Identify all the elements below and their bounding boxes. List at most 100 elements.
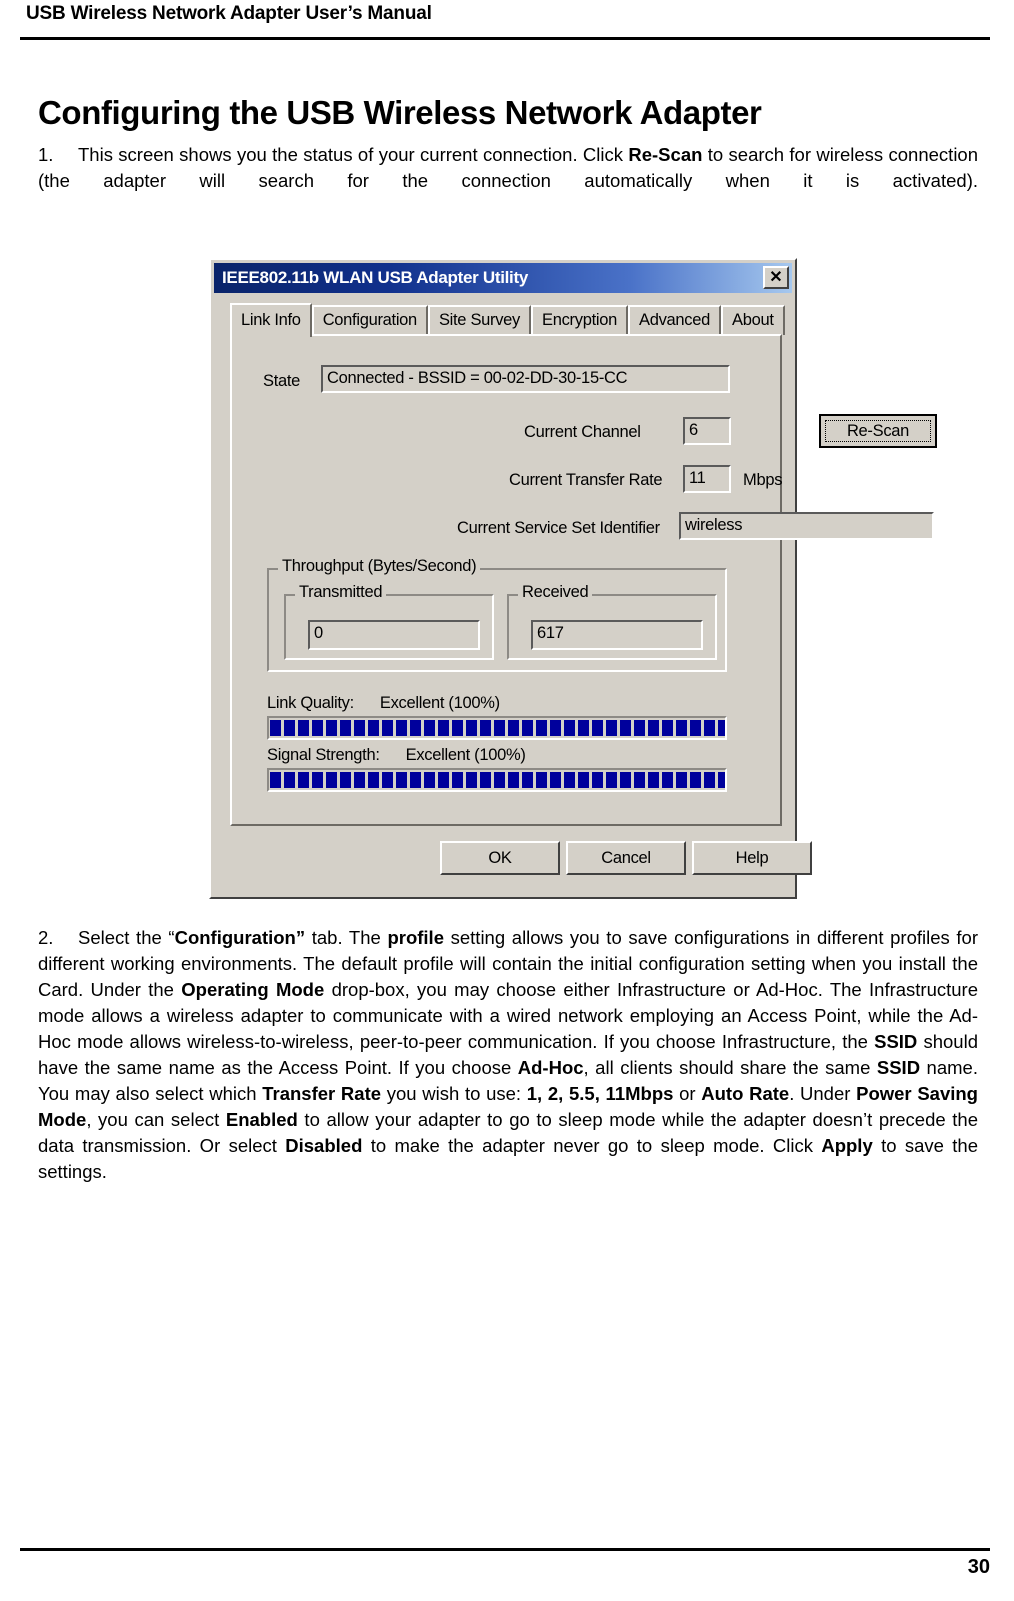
tab-advanced[interactable]: Advanced [627, 305, 721, 335]
current-channel-label: Current Channel [524, 423, 641, 441]
meter-block [326, 772, 337, 788]
meter-block [424, 720, 435, 736]
meter-block [284, 720, 295, 736]
current-transfer-rate-label: Current Transfer Rate [509, 471, 663, 489]
meter-block [298, 772, 309, 788]
tab-encryption[interactable]: Encryption [531, 305, 628, 335]
transmitted-group-legend: Transmitted [295, 583, 387, 602]
meter-block [284, 772, 295, 788]
meter-block [522, 772, 533, 788]
meter-block [368, 720, 379, 736]
step-number: 1. [38, 144, 54, 165]
ok-button[interactable]: OK [440, 841, 560, 875]
meter-block [704, 772, 715, 788]
meter-block [662, 720, 673, 736]
current-channel-field: 6 [683, 417, 731, 445]
meter-block [620, 720, 631, 736]
meter-block [396, 772, 407, 788]
current-transfer-rate-field: 11 [683, 465, 731, 493]
meter-block [410, 772, 421, 788]
meter-block [718, 720, 725, 736]
meter-block [550, 772, 561, 788]
meter-block [312, 720, 323, 736]
meter-block [480, 772, 491, 788]
signal-strength-value: Excellent (100%) [405, 746, 526, 764]
signal-strength-row: Signal Strength: Excellent (100%) [267, 746, 526, 765]
meter-block [466, 772, 477, 788]
meter-block [522, 720, 533, 736]
meter-block [438, 720, 449, 736]
header-divider [20, 37, 990, 40]
meter-block [592, 772, 603, 788]
step-text: This screen shows you the status of your… [38, 144, 979, 191]
meter-block [648, 720, 659, 736]
dialog-title: IEEE802.11b WLAN USB Adapter Utility [222, 268, 528, 287]
meter-block [368, 772, 379, 788]
help-button[interactable]: Help [692, 841, 812, 875]
transmitted-group: Transmitted 0 [284, 583, 494, 660]
tab-site-survey[interactable]: Site Survey [427, 305, 532, 335]
wlan-utility-dialog: IEEE802.11b WLAN USB Adapter Utility ✕ L… [209, 258, 937, 899]
dialog-titlebar[interactable]: IEEE802.11b WLAN USB Adapter Utility ✕ [214, 263, 792, 293]
ssid-field: wireless [679, 512, 934, 540]
tab-configuration[interactable]: Configuration [311, 305, 428, 335]
throughput-group-legend: Throughput (Bytes/Second) [278, 557, 481, 576]
throughput-group: Throughput (Bytes/Second) Transmitted 0 … [267, 557, 727, 672]
tab-about[interactable]: About [720, 305, 785, 335]
meter-block [452, 720, 463, 736]
meter-block [578, 772, 589, 788]
tab-link-info[interactable]: Link Info [230, 303, 312, 337]
page-number: 30 [967, 1556, 990, 1578]
meter-block [550, 720, 561, 736]
received-value-field: 617 [531, 620, 703, 650]
meter-block [410, 720, 421, 736]
transfer-rate-unit-label: Mbps [743, 471, 783, 489]
meter-block [634, 772, 645, 788]
meter-block [312, 772, 323, 788]
meter-block [690, 720, 701, 736]
meter-block [508, 772, 519, 788]
meter-block [676, 720, 687, 736]
meter-block [354, 772, 365, 788]
received-group-legend: Received [518, 583, 593, 602]
meter-block [298, 720, 309, 736]
re-scan-button[interactable]: Re-Scan [819, 414, 937, 448]
meter-block [592, 720, 603, 736]
meter-block [690, 772, 701, 788]
signal-strength-meter [267, 768, 727, 792]
link-quality-label: Link Quality: [267, 694, 354, 712]
meter-block [438, 772, 449, 788]
meter-block [606, 772, 617, 788]
meter-block [326, 720, 337, 736]
instruction-step-2: 2. Select the “Configuration” tab. The p… [38, 925, 978, 1211]
instruction-step-1: 1. This screen shows you the status of y… [38, 142, 978, 220]
meter-block [508, 720, 519, 736]
meter-block [536, 772, 547, 788]
transmitted-value-field: 0 [308, 620, 480, 650]
meter-block [396, 720, 407, 736]
meter-block [466, 720, 477, 736]
meter-block [494, 720, 505, 736]
meter-block [382, 772, 393, 788]
meter-block [564, 772, 575, 788]
link-quality-meter [267, 716, 727, 740]
signal-strength-label: Signal Strength: [267, 746, 380, 764]
state-label: State [263, 372, 301, 390]
meter-block [382, 720, 393, 736]
meter-block [564, 720, 575, 736]
meter-block [662, 772, 673, 788]
received-group: Received 617 [507, 583, 717, 660]
meter-block [704, 720, 715, 736]
meter-block [718, 772, 725, 788]
cancel-button[interactable]: Cancel [566, 841, 686, 875]
link-quality-row: Link Quality: Excellent (100%) [267, 694, 500, 713]
meter-block [634, 720, 645, 736]
page-title: Configuring the USB Wireless Network Ada… [38, 94, 762, 132]
meter-block [536, 720, 547, 736]
meter-block [620, 772, 631, 788]
meter-block [480, 720, 491, 736]
meter-block [494, 772, 505, 788]
step-number: 2. [38, 927, 54, 948]
close-icon[interactable]: ✕ [763, 266, 789, 289]
meter-block [606, 720, 617, 736]
